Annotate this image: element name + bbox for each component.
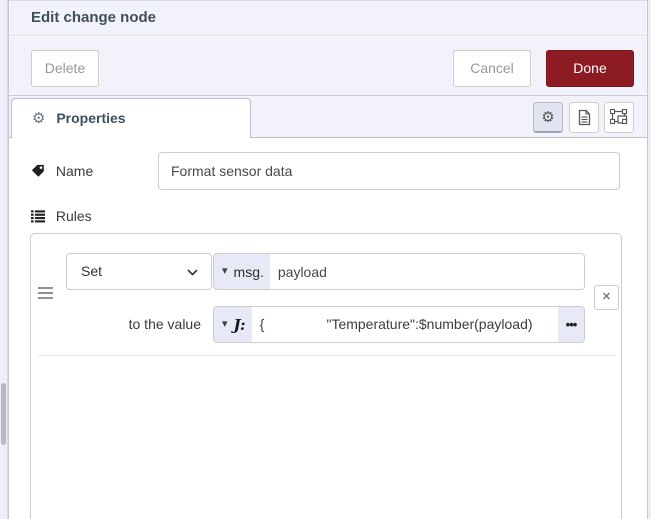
chevron-down-icon [187, 269, 198, 276]
close-icon: ✕ [602, 291, 611, 303]
rule-value-typed-input: ▾ J: { "Temperature":$number(payload) ••… [213, 306, 585, 343]
rule-action-value: Set [81, 263, 102, 279]
name-input[interactable] [158, 152, 620, 190]
node-appearance-icon [610, 113, 629, 130]
cancel-button[interactable]: Cancel [453, 50, 531, 87]
dialog-header: Edit change node [9, 0, 647, 36]
document-icon [578, 113, 591, 130]
dialog-title: Edit change node [9, 1, 647, 35]
rule-value-type-button[interactable]: ▾ J: [214, 307, 252, 342]
gear-icon: ⚙ [541, 108, 554, 126]
rule-action-select[interactable]: Set [66, 253, 212, 290]
name-field-label: Name [31, 152, 93, 190]
appearance-button[interactable] [604, 102, 634, 133]
tab-bar: ⚙ Properties ⚙ [9, 96, 647, 138]
caret-down-icon: ▾ [222, 319, 228, 330]
to-the-value-label: to the value [51, 306, 213, 343]
rule-target-typed-input: ▾ msg. [213, 253, 585, 290]
rules-list: Set ▾ msg. to the value ▾ J: { [30, 233, 622, 519]
jsonata-expression-icon: J: [234, 316, 246, 334]
dialog-toolbar: Delete Cancel Done [9, 37, 647, 96]
scrollbar-thumb[interactable] [1, 383, 6, 445]
edit-change-node-dialog: Edit change node Delete Cancel Done ⚙ Pr… [8, 0, 648, 519]
rule-target-type-button[interactable]: ▾ msg. [214, 254, 270, 289]
rule-target-property-input[interactable] [270, 254, 584, 289]
caret-down-icon: ▾ [222, 266, 228, 277]
description-button[interactable] [569, 102, 599, 133]
rule-target-type-label: msg. [234, 264, 264, 280]
rule-separator [39, 355, 615, 356]
workspace-scroll-gutter [0, 0, 8, 519]
tab-properties[interactable]: ⚙ Properties [11, 98, 251, 138]
tag-icon [31, 163, 56, 179]
tab-properties-label: Properties [56, 110, 125, 126]
expand-expression-button[interactable]: ••• [558, 307, 584, 342]
rule-value-expression-input[interactable]: { "Temperature":$number(payload) [252, 307, 558, 342]
remove-rule-button[interactable]: ✕ [594, 285, 619, 310]
delete-button[interactable]: Delete [31, 50, 99, 87]
properties-view-button[interactable]: ⚙ [533, 102, 563, 133]
done-button[interactable]: Done [546, 50, 634, 87]
list-icon [31, 208, 56, 224]
gear-icon: ⚙ [32, 109, 45, 127]
drag-handle-icon[interactable] [38, 287, 55, 303]
rules-section-label: Rules [31, 206, 92, 226]
